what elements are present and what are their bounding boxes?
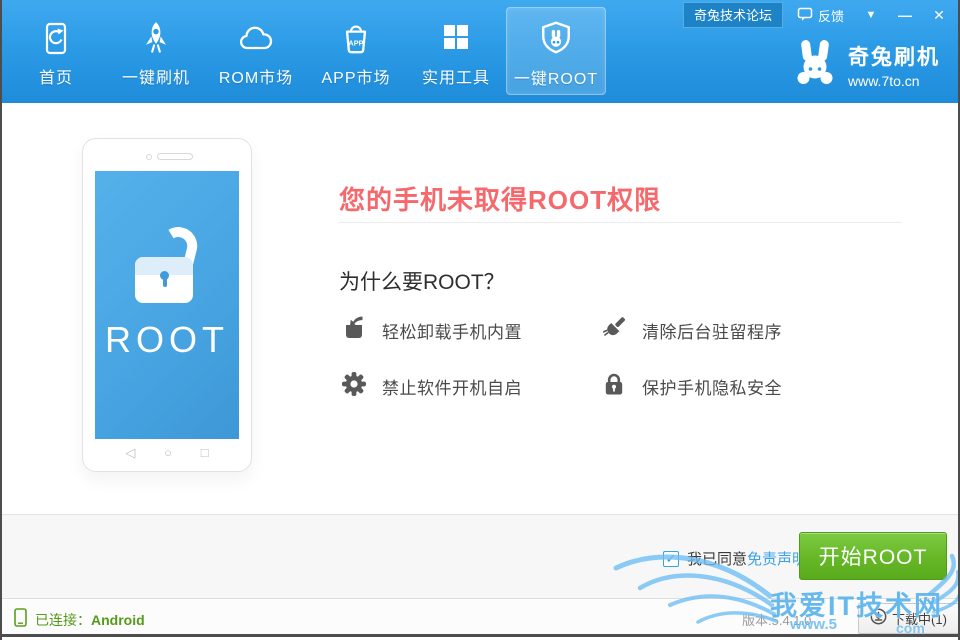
nav-label: 一键ROOT: [514, 65, 598, 89]
feature-label: 保护手机隐私安全: [642, 374, 782, 399]
phone-back-icon: ◁: [125, 445, 135, 461]
nav-label: 一键刷机: [122, 64, 190, 88]
app-bag-icon: APP: [336, 19, 376, 59]
window-topbar: 奇兔技术论坛 反馈 ▼ — ✕: [683, 3, 952, 27]
title-divider: [339, 222, 902, 223]
phone-screen: ROOT: [95, 171, 239, 439]
download-button[interactable]: 下载中(1): [858, 603, 959, 634]
checkmark-icon: ✓: [666, 552, 677, 565]
app-window: 首页 一键刷机: [0, 0, 960, 640]
header: 首页 一键刷机: [2, 0, 958, 103]
version-text: 版本:5.4.1.0: [742, 610, 811, 629]
open-padlock-icon: [131, 227, 203, 305]
gear-icon: [340, 370, 368, 403]
connection-text: 已连接：Android: [35, 610, 145, 630]
feedback-button[interactable]: 反馈: [791, 6, 850, 25]
phone-illustration: ROOT ◁ ○ □: [82, 138, 252, 472]
forum-button[interactable]: 奇兔技术论坛: [683, 2, 783, 28]
nav-item-flash[interactable]: 一键刷机: [106, 7, 206, 95]
phone-nav-buttons: ◁ ○ □: [83, 445, 251, 461]
phone-speaker-bar: [157, 153, 193, 160]
feature-list: 轻松卸载手机内置 清除后台驻留程序: [340, 315, 902, 401]
page-title: 您的手机未取得ROOT权限: [339, 180, 661, 217]
cloud-icon: [236, 19, 276, 59]
app-bag-text: APP: [348, 38, 363, 47]
brand-name: 奇兔刷机: [848, 41, 940, 71]
nav-item-app-market[interactable]: APP APP市场: [306, 7, 406, 95]
action-bar: ✓ 我已同意 免责声明 开始ROOT: [2, 514, 958, 599]
connected-phone-icon: [14, 608, 27, 632]
main-nav: 首页 一键刷机: [6, 0, 606, 103]
agree-label: 我已同意: [687, 548, 747, 569]
feature-label: 清除后台驻留程序: [642, 318, 782, 343]
feature-clean: 清除后台驻留程序: [600, 315, 860, 345]
agree-checkbox[interactable]: ✓: [663, 551, 679, 567]
home-refresh-icon: [36, 19, 76, 59]
feature-autostart: 禁止软件开机自启: [340, 371, 600, 401]
feature-privacy: 保护手机隐私安全: [600, 371, 860, 401]
feature-label: 轻松卸载手机内置: [382, 318, 522, 343]
nav-item-tools[interactable]: 实用工具: [406, 7, 506, 95]
nav-label: ROM市场: [219, 64, 293, 88]
dropdown-caret-button[interactable]: ▼: [858, 9, 884, 21]
phone-home-icon: ○: [164, 445, 172, 461]
nav-label: APP市场: [321, 64, 390, 88]
rocket-icon: [136, 19, 176, 59]
phone-recent-icon: □: [201, 445, 209, 461]
brand-logo: 奇兔刷机 www.7to.cn: [792, 38, 940, 91]
download-icon: [870, 608, 887, 630]
feedback-label: 反馈: [818, 6, 844, 25]
why-root-heading: 为什么要ROOT？: [339, 266, 505, 296]
lock-icon: [600, 370, 628, 403]
agree-row: ✓ 我已同意 免责声明: [663, 548, 807, 569]
nav-item-home[interactable]: 首页: [6, 7, 106, 95]
rabbit-logo-icon: [792, 38, 838, 91]
nav-label: 首页: [39, 64, 73, 88]
status-bar: 已连接：Android 版本:5.4.1.0 下载中(1): [2, 600, 958, 637]
root-shield-rabbit-icon: [536, 20, 576, 60]
window-bottom-border: [2, 634, 958, 637]
close-button[interactable]: ✕: [926, 7, 952, 24]
nav-item-one-key-root[interactable]: 一键ROOT: [506, 7, 606, 95]
connection-status: 已连接：Android: [14, 608, 145, 632]
main-content: ROOT ◁ ○ □ 您的手机未取得ROOT权限 为什么要ROOT？ 轻松卸载手…: [2, 103, 958, 514]
uninstall-icon: [340, 314, 368, 347]
brush-icon: [600, 314, 628, 347]
nav-label: 实用工具: [422, 64, 490, 88]
tools-grid-icon: [436, 19, 476, 59]
feature-label: 禁止软件开机自启: [382, 374, 522, 399]
brand-site: www.7to.cn: [848, 73, 940, 89]
start-root-button[interactable]: 开始ROOT: [799, 532, 947, 580]
phone-camera-dot: [146, 154, 152, 160]
minimize-button[interactable]: —: [892, 7, 918, 23]
download-label: 下载中(1): [892, 609, 947, 628]
speech-bubble-icon: [797, 6, 813, 25]
phone-screen-root-text: ROOT: [105, 319, 229, 361]
feature-uninstall: 轻松卸载手机内置: [340, 315, 600, 345]
nav-item-rom-market[interactable]: ROM市场: [206, 7, 306, 95]
